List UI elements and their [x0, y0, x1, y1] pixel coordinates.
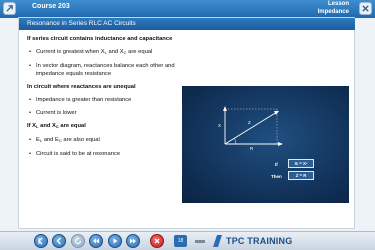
- tpc-logo: TPC TRAINING: [213, 233, 292, 249]
- rewind-icon: [93, 238, 99, 244]
- exit-icon: [38, 237, 43, 245]
- lesson-name: Impedance: [317, 8, 349, 15]
- play-icon: [113, 238, 118, 244]
- back-icon: [56, 237, 61, 245]
- heading-series-circuit: If series circuit contains inductance an…: [27, 36, 173, 42]
- close-button[interactable]: [359, 2, 372, 15]
- arrow-head: [223, 106, 227, 111]
- label-vertical: X: [218, 123, 221, 128]
- vector-diagram: X Z R If Xₗ = Xᶜ Then Z = R: [182, 86, 349, 203]
- text-column: If series circuit contains inductance an…: [27, 35, 195, 163]
- close-icon: [362, 5, 369, 12]
- progress-indicator: [195, 240, 205, 243]
- course-title: Course 203: [32, 3, 70, 10]
- if-equation: Xₗ = Xᶜ: [288, 159, 314, 168]
- arrow-head: [278, 142, 283, 146]
- topic-title: Resonance in Series RLC AC Circuits: [27, 20, 136, 27]
- heading-unequal: In circuit where reactances are unequal: [27, 84, 136, 90]
- forward-button[interactable]: [126, 234, 140, 248]
- rewind-button[interactable]: [89, 234, 103, 248]
- heading-text: are equal: [58, 123, 86, 129]
- cancel-button[interactable]: [150, 234, 164, 248]
- heading-text: If X: [27, 123, 37, 129]
- bullet-current-lower: Current is lower: [27, 109, 195, 117]
- tpc-logo-mark-icon: [213, 235, 222, 247]
- title-bar: Course 203 Lesson Impedance: [0, 0, 375, 18]
- page-number: 18: [174, 235, 187, 247]
- bullet-text: and E: [42, 137, 59, 143]
- bullet-impedance-greater: Impedance is greater than resistance: [27, 96, 195, 104]
- bullet-voltages-equal: EL and EC are also equal: [27, 136, 195, 145]
- bullet-vector-diagram: In vector diagram, reactances balance ea…: [27, 62, 195, 78]
- forward-icon: [130, 238, 136, 244]
- then-label: Then: [271, 174, 282, 179]
- heading-equal: If XL and XC are equal: [27, 122, 195, 131]
- expand-button[interactable]: [3, 2, 16, 15]
- bullet-current-greatest: Current is greatest when XL and XC are e…: [27, 48, 195, 57]
- expand-icon: [6, 5, 13, 12]
- lesson-label: Lesson: [327, 1, 349, 7]
- app-window: Course 203 Lesson Impedance Resonance in…: [0, 0, 375, 250]
- topic-bar: Resonance in Series RLC AC Circuits: [19, 18, 355, 30]
- replay-button[interactable]: [71, 234, 85, 248]
- exit-button[interactable]: [34, 234, 48, 248]
- bullet-text: Current is greatest when X: [36, 49, 105, 55]
- replay-icon: [75, 237, 81, 244]
- label-hypotenuse: Z: [248, 120, 251, 125]
- bullet-text: are also equal: [61, 137, 100, 143]
- bullet-resonance: Circuit is said to be at resonance: [27, 150, 195, 158]
- then-equation: Z = R: [288, 171, 314, 180]
- phase-angle-arc: [233, 137, 237, 145]
- content-panel: Resonance in Series RLC AC Circuits If s…: [18, 17, 355, 229]
- logo-text: TPC TRAINING: [226, 236, 293, 246]
- cancel-icon: [154, 238, 160, 244]
- back-button[interactable]: [52, 234, 66, 248]
- bullet-text: are equal: [126, 49, 153, 55]
- lesson-info: Lesson Impedance: [318, 1, 349, 16]
- bullet-text: and X: [106, 49, 124, 55]
- impedance-triangle: X Z R: [218, 106, 283, 151]
- label-base: R: [250, 146, 254, 151]
- impedance-vector: [224, 111, 278, 145]
- play-button[interactable]: [108, 234, 122, 248]
- heading-text: and X: [38, 123, 56, 129]
- if-label: If: [275, 162, 278, 167]
- control-bar: 18 TPC TRAINING: [0, 231, 375, 250]
